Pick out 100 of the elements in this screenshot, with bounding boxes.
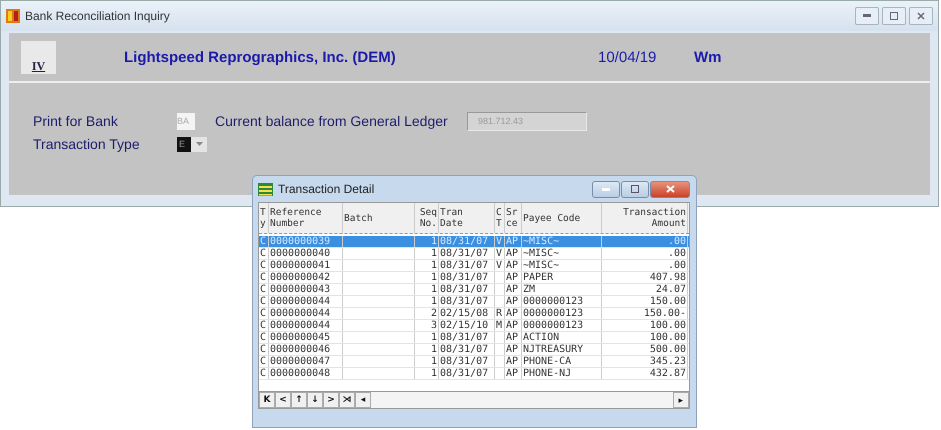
- table-cell: 500.00: [602, 344, 688, 355]
- column-header: Seq No.: [418, 207, 437, 229]
- table-row[interactable]: C 0000000046 1 08/31/07 AP NJTREASURY 500.00: [259, 344, 689, 356]
- table-cell: C: [259, 368, 269, 379]
- table-icon: [258, 182, 273, 196]
- column-header: Reference Number: [270, 207, 322, 229]
- table-cell: 0000000042: [269, 272, 343, 283]
- nav-button[interactable]: ↑: [291, 392, 307, 408]
- minimize-button[interactable]: [592, 180, 620, 198]
- table-cell: C: [259, 272, 269, 283]
- table-cell: C: [259, 260, 269, 271]
- table-cell: 0000000039: [269, 236, 343, 247]
- table-row[interactable]: C 0000000042 1 08/31/07 AP PAPER 407.98: [259, 272, 689, 284]
- table-cell: 407.98: [602, 272, 688, 283]
- table-cell: C: [259, 296, 269, 307]
- table-cell: 1: [415, 284, 439, 295]
- table-cell: 0000000046: [269, 344, 343, 355]
- table-cell: 1: [415, 344, 439, 355]
- maximize-button[interactable]: [882, 7, 906, 25]
- table-cell: AP: [505, 320, 522, 331]
- table-cell: 08/31/07: [439, 284, 495, 295]
- scroll-right-button[interactable]: ▸: [673, 392, 689, 408]
- window-title: Bank Reconciliation Inquiry: [25, 9, 170, 23]
- table-cell: 3: [415, 320, 439, 331]
- close-button[interactable]: [909, 7, 933, 25]
- maximize-button[interactable]: [621, 180, 649, 198]
- table-cell: AP: [505, 332, 522, 343]
- column-header: T y: [260, 207, 267, 229]
- table-cell: ZM: [522, 284, 602, 295]
- table-cell: V: [495, 248, 505, 259]
- table-cell: 1: [415, 236, 439, 247]
- table-cell: R: [495, 308, 505, 319]
- table-cell: AP: [505, 356, 522, 367]
- table-cell: 345.23: [602, 356, 688, 367]
- table-cell: .00: [602, 260, 688, 271]
- table-cell: V: [495, 260, 505, 271]
- table-row[interactable]: C 0000000047 1 08/31/07 AP PHONE-CA 345.23: [259, 356, 689, 368]
- table-cell: 0000000044: [269, 296, 343, 307]
- caret-icon: [196, 142, 203, 146]
- column-header: Batch: [344, 212, 374, 224]
- column-header: C T: [496, 207, 503, 229]
- nav-button[interactable]: <: [275, 392, 291, 408]
- table-cell: 0000000123: [522, 308, 602, 319]
- table-cell: 150.00: [602, 296, 688, 307]
- table-cell: PAPER: [522, 272, 602, 283]
- field-label: Transaction Type: [33, 136, 141, 152]
- table-cell: AP: [505, 296, 522, 307]
- nav-button[interactable]: K: [259, 392, 275, 408]
- table-row[interactable]: C 0000000041 1 08/31/07 V AP ~MISC~ .00: [259, 260, 689, 272]
- nav-button[interactable]: ↓: [307, 392, 323, 408]
- table-cell: 0000000123: [522, 296, 602, 307]
- field-label: Print for Bank: [33, 113, 119, 129]
- table-cell: 150.00-: [602, 308, 688, 319]
- table-cell: 0000000044: [269, 320, 343, 331]
- nav-button[interactable]: ⋊: [339, 392, 355, 408]
- grid-icon: [6, 9, 20, 23]
- table-row[interactable]: C 0000000045 1 08/31/07 AP ACTION 100.00: [259, 332, 689, 344]
- table-cell: M: [495, 320, 505, 331]
- table-row[interactable]: C 0000000044 1 08/31/07 AP 0000000123 150.00: [259, 296, 689, 308]
- type-dropdown[interactable]: E: [177, 136, 207, 152]
- table-cell: ~MISC~: [522, 248, 602, 259]
- dialog-title: Transaction Detail: [278, 182, 374, 196]
- table-row[interactable]: C 0000000044 2 02/15/08 R AP 0000000123 150.00-: [259, 308, 689, 320]
- minimize-icon: [863, 14, 871, 18]
- table-cell: 08/31/07: [439, 356, 495, 367]
- table-cell: 1: [415, 272, 439, 283]
- table-cell: 08/31/07: [439, 344, 495, 355]
- table-cell: C: [259, 308, 269, 319]
- table-cell: 08/31/07: [439, 248, 495, 259]
- table-cell: C: [259, 356, 269, 367]
- table-cell: 0000000123: [522, 320, 602, 331]
- table-cell: 0000000048: [269, 368, 343, 379]
- table-cell: 08/31/07: [439, 368, 495, 379]
- table-cell: AP: [505, 248, 522, 259]
- table-cell: 0000000041: [269, 260, 343, 271]
- table-cell: 0000000045: [269, 332, 343, 343]
- table-cell: AP: [505, 284, 522, 295]
- table-cell: 24.07: [602, 284, 688, 295]
- user-text: Wm: [694, 48, 722, 66]
- table-cell: 08/31/07: [439, 272, 495, 283]
- table-cell: C: [259, 332, 269, 343]
- table-cell: 02/15/10: [439, 320, 495, 331]
- table-cell: 100.00: [602, 320, 688, 331]
- nav-button[interactable]: >: [323, 392, 339, 408]
- nav-button[interactable]: ◂: [355, 392, 371, 408]
- table-cell: PHONE-CA: [522, 356, 602, 367]
- close-icon: [666, 185, 674, 193]
- table-cell: 08/31/07: [439, 296, 495, 307]
- close-button[interactable]: [650, 180, 690, 198]
- table-row[interactable]: C 0000000040 1 08/31/07 V AP ~MISC~ .00: [259, 248, 689, 260]
- table-cell: 100.00: [602, 332, 688, 343]
- table-row[interactable]: C 0000000044 3 02/15/10 M AP 0000000123 100.00: [259, 320, 689, 332]
- maximize-icon: [890, 12, 898, 20]
- minimize-button[interactable]: [855, 7, 879, 25]
- table-row[interactable]: C 0000000048 1 08/31/07 AP PHONE-NJ 432.87: [259, 368, 689, 380]
- table-cell: 1: [415, 332, 439, 343]
- table-row[interactable]: C 0000000043 1 08/31/07 AP ZM 24.07: [259, 284, 689, 296]
- table-cell: C: [259, 284, 269, 295]
- column-header: Transaction Amount: [622, 207, 686, 229]
- table-cell: .00: [602, 248, 688, 259]
